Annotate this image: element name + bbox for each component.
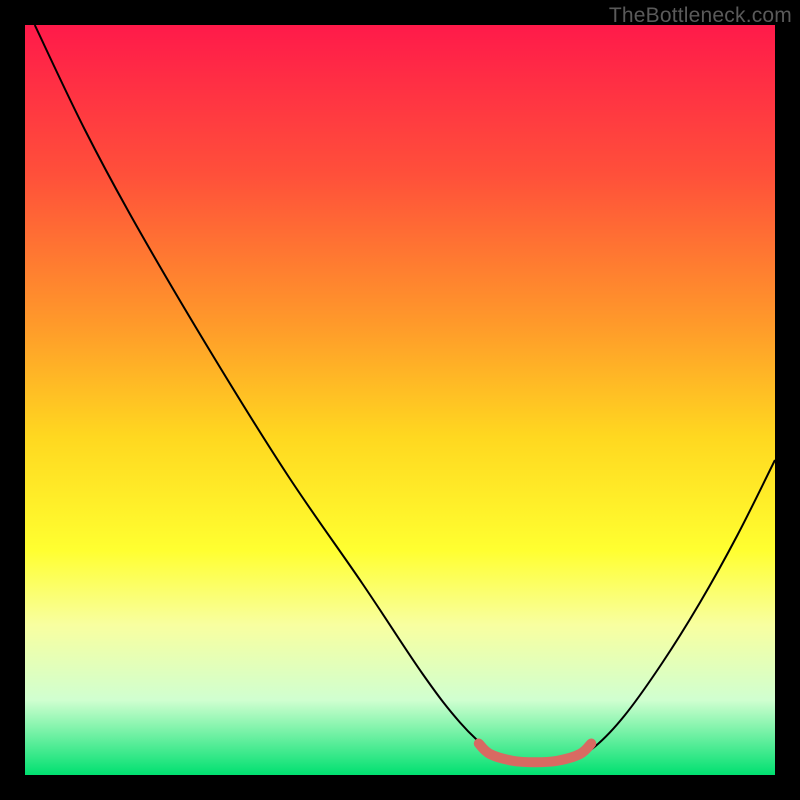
chart-svg	[25, 25, 775, 775]
watermark-text: TheBottleneck.com	[609, 4, 792, 28]
plot-area	[25, 25, 775, 775]
chart-frame: TheBottleneck.com	[0, 0, 800, 800]
